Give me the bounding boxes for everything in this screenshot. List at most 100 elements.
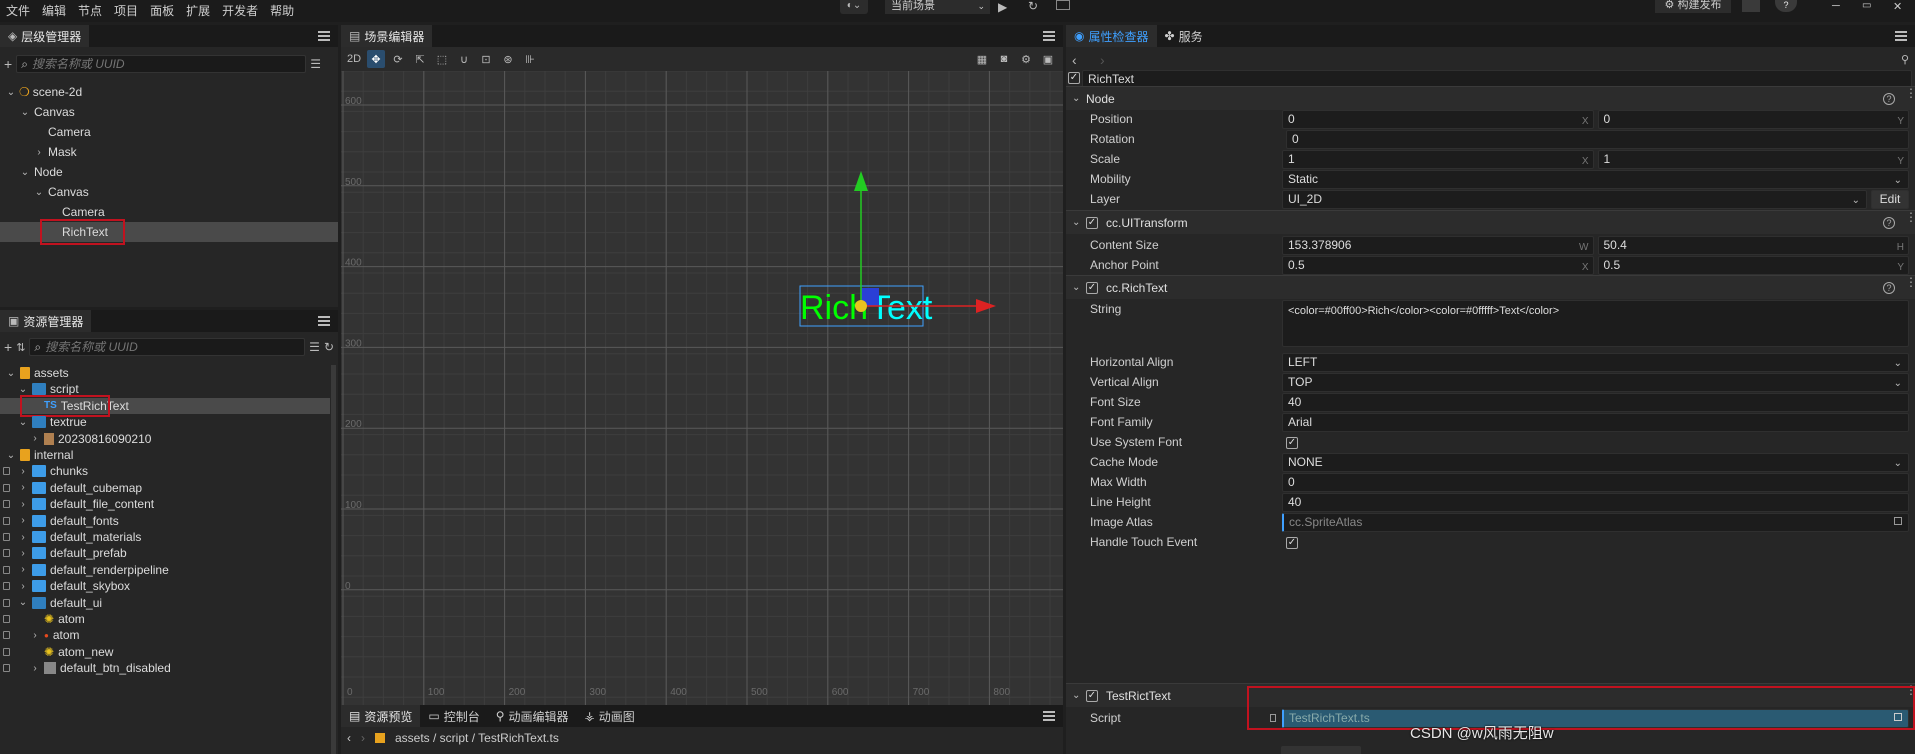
asset-item[interactable]: › default_renderpipeline [0, 562, 330, 578]
asset-item[interactable]: ✺ atom [0, 611, 330, 627]
asset-item[interactable]: › default_btn_disabled [0, 660, 330, 676]
add-icon[interactable]: + [4, 56, 12, 72]
sort-icon[interactable]: ☰ [310, 57, 321, 71]
camera-icon[interactable]: ◙ [995, 50, 1013, 68]
settings-icon[interactable]: ⚙ [1017, 50, 1035, 68]
scale-tool-icon[interactable]: ⇱ [411, 50, 429, 68]
image-atlas-field[interactable]: cc.SpriteAtlas [1282, 513, 1909, 532]
scene-select[interactable]: 当前场景 ⌄ [885, 0, 990, 14]
snap-tool-icon[interactable]: ∪ [455, 50, 473, 68]
component-enabled-checkbox[interactable]: ✓ [1086, 282, 1098, 294]
refresh-icon[interactable]: ↻ [324, 340, 334, 354]
asset-item[interactable]: › default_file_content [0, 496, 330, 512]
add-icon[interactable]: + [4, 339, 12, 355]
menu-edit[interactable]: 编辑 [36, 0, 72, 22]
chevron-down-icon[interactable]: ⌄ [6, 368, 16, 379]
chevron-right-icon[interactable]: › [18, 466, 28, 477]
tree-node[interactable]: ⌄ Canvas [0, 182, 338, 202]
use-system-font-checkbox[interactable]: ✓ [1286, 437, 1298, 449]
chevron-down-icon[interactable]: ⌄ [6, 87, 16, 98]
component-enabled-checkbox[interactable]: ✓ [1086, 217, 1098, 229]
font-size-input[interactable]: 40 [1282, 393, 1909, 412]
list-icon[interactable]: ☰ [309, 340, 320, 354]
chevron-right-icon[interactable]: › [30, 630, 40, 641]
asset-item[interactable]: › default_cubemap [0, 480, 330, 496]
view-icon[interactable]: ▦ [973, 50, 991, 68]
more-icon[interactable]: ⋮ [1905, 87, 1915, 99]
hierarchy-search-input[interactable] [31, 57, 306, 71]
tree-node[interactable]: Camera [0, 122, 338, 142]
tab-console[interactable]: ▭ 控制台 [420, 705, 487, 727]
asset-item[interactable]: › default_skybox [0, 578, 330, 594]
uitransform-section-header[interactable]: ⌄ ✓ cc.UITransform ? ⋮ [1066, 210, 1915, 234]
anchor-x-input[interactable]: 0.5 X [1282, 256, 1594, 275]
layout-icon[interactable] [1056, 0, 1070, 10]
chevron-right-icon[interactable]: › [18, 482, 28, 493]
node-active-checkbox[interactable]: ✓ [1068, 72, 1080, 84]
menu-panel[interactable]: 面板 [144, 0, 180, 22]
add-component-button[interactable] [1281, 746, 1361, 754]
rotate-tool-icon[interactable]: ⟳ [389, 50, 407, 68]
chevron-right-icon[interactable]: › [18, 564, 28, 575]
tab-animation-graph[interactable]: ⚶ 动画图 [577, 705, 643, 727]
layer-edit-button[interactable]: Edit [1871, 190, 1909, 209]
tab-services[interactable]: ✤ 服务 [1157, 25, 1211, 47]
scale-x-input[interactable]: 1X [1282, 150, 1594, 169]
build-button[interactable]: ⚙ 构建发布 [1655, 0, 1731, 13]
align-icon[interactable]: ⊪ [521, 50, 539, 68]
maximize-icon[interactable]: ▭ [1862, 0, 1871, 11]
richtext-section-header[interactable]: ⌄ ✓ cc.RichText ? ⋮ [1066, 275, 1915, 299]
mode-2d-button[interactable]: 2D [345, 50, 363, 68]
node-section-header[interactable]: ⌄ Node ? ⋮ [1066, 86, 1915, 110]
world-icon[interactable]: ⊛ [499, 50, 517, 68]
account-icon[interactable] [1742, 0, 1760, 12]
content-width-input[interactable]: 153.378906 W [1282, 236, 1594, 255]
asset-item[interactable]: › 20230816090210 [0, 431, 330, 447]
asset-item[interactable]: ✺ atom_new [0, 644, 330, 660]
chevron-right-icon[interactable]: › [18, 515, 28, 526]
sort-icon[interactable]: ⇅ [16, 341, 25, 354]
horizontal-align-select[interactable]: LEFT ⌄ [1282, 353, 1909, 372]
tab-animation-editor[interactable]: ⚲ 动画编辑器 [488, 705, 577, 727]
chevron-down-icon[interactable]: ⌄ [18, 597, 28, 608]
asset-item[interactable]: ⌄ assets [0, 365, 330, 381]
more-icon[interactable]: ⋮ [1905, 211, 1915, 223]
vertical-align-select[interactable]: TOP ⌄ [1282, 373, 1909, 392]
forward-icon[interactable]: › [361, 731, 365, 745]
help-icon[interactable]: ? [1883, 282, 1895, 294]
panel-menu-icon[interactable] [318, 316, 330, 326]
position-y-input[interactable]: 0Y [1597, 110, 1909, 129]
pin-icon[interactable]: ⚲ [1901, 53, 1909, 66]
assets-scrollbar[interactable] [331, 365, 336, 754]
menu-project[interactable]: 项目 [108, 0, 144, 22]
asset-item[interactable]: ⌄ default_ui [0, 595, 330, 611]
tab-hierarchy[interactable]: ◈ 层级管理器 [0, 25, 90, 47]
chevron-down-icon[interactable]: ⌄ [6, 450, 16, 461]
anchor-y-input[interactable]: 0.5 Y [1597, 256, 1909, 275]
tree-node[interactable]: ⌄ Canvas [0, 102, 338, 122]
line-height-input[interactable]: 40 [1282, 493, 1909, 512]
tree-node[interactable]: › Mask [0, 142, 338, 162]
layer-select[interactable]: UI_2D ⌄ [1282, 190, 1867, 209]
help-icon[interactable]: ? [1883, 93, 1895, 105]
menu-help[interactable]: 帮助 [264, 0, 300, 22]
chevron-right-icon[interactable]: › [30, 433, 40, 444]
cache-mode-select[interactable]: NONE ⌄ [1282, 453, 1909, 472]
panel-menu-icon[interactable] [1043, 31, 1055, 41]
scale-y-input[interactable]: 1Y [1597, 150, 1909, 169]
font-family-input[interactable]: Arial [1282, 413, 1909, 432]
chevron-right-icon[interactable]: › [34, 147, 44, 158]
tree-node[interactable]: ⌄ Node [0, 162, 338, 182]
content-height-input[interactable]: 50.4 H [1597, 236, 1909, 255]
chevron-right-icon[interactable]: › [18, 499, 28, 510]
asset-item[interactable]: ⌄ textrue [0, 414, 330, 430]
handle-touch-checkbox[interactable]: ✓ [1286, 537, 1298, 549]
position-x-input[interactable]: 0X [1282, 110, 1594, 129]
asset-item[interactable]: › default_prefab [0, 545, 330, 561]
asset-item[interactable]: › ● atom [0, 627, 330, 643]
chevron-right-icon[interactable]: › [18, 532, 28, 543]
chevron-down-icon[interactable]: ⌄ [20, 107, 30, 118]
component-enabled-checkbox[interactable]: ✓ [1086, 690, 1098, 702]
screen-icon[interactable]: ▣ [1039, 50, 1057, 68]
panel-menu-icon[interactable] [1895, 31, 1907, 41]
